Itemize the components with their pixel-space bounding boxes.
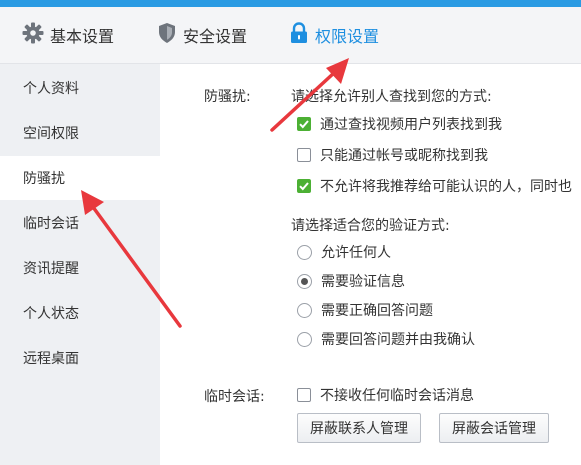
radio-label: 需要回答问题并由我确认 [321, 332, 475, 348]
tab-basic-settings[interactable]: 基本设置 [22, 7, 114, 63]
sidebar-item-anti-harassment[interactable]: 防骚扰 [0, 156, 160, 200]
radio-selected[interactable] [297, 273, 312, 289]
checkbox-label: 不允许将我推荐给可能认识的人，同时也 [320, 179, 572, 195]
anti-harassment-section-label: 防骚扰: [204, 89, 251, 105]
temp-session-block-option[interactable]: 不接收任何临时会话消息 [297, 385, 474, 405]
checkbox-checked[interactable] [297, 117, 311, 131]
radio-unselected[interactable] [297, 302, 312, 318]
sidebar-item-space-permission[interactable]: 空间权限 [0, 111, 160, 155]
tab-label: 基本设置 [50, 27, 115, 46]
sidebar-item-news-alerts[interactable]: 资讯提醒 [0, 246, 160, 290]
radio-label: 需要验证信息 [321, 274, 405, 290]
sidebar-item-temp-session[interactable]: 临时会话 [0, 201, 160, 245]
verify-option-verification-message[interactable]: 需要验证信息 [297, 271, 405, 291]
radio-label: 需要正确回答问题 [321, 303, 433, 319]
verify-method-prompt: 请选择适合您的验证方式: [291, 218, 450, 234]
tab-label: 权限设置 [315, 27, 380, 46]
checkbox-label: 不接收任何临时会话消息 [320, 388, 474, 404]
checkbox-unchecked[interactable] [297, 148, 311, 162]
radio-unselected[interactable] [297, 331, 312, 347]
find-option-video-list[interactable]: 通过查找视频用户列表找到我 [297, 114, 502, 134]
settings-content-panel: 防骚扰: 请选择允许别人查找到您的方式: 通过查找视频用户列表找到我 只能通过帐… [160, 64, 581, 465]
blocked-contacts-button[interactable]: 屏蔽联系人管理 [297, 413, 421, 443]
radio-label: 允许任何人 [321, 245, 391, 261]
shield-icon [157, 22, 177, 48]
radio-unselected[interactable] [297, 244, 312, 260]
verify-option-answer-and-confirm[interactable]: 需要回答问题并由我确认 [297, 329, 475, 349]
tab-security-settings[interactable]: 安全设置 [157, 7, 247, 63]
settings-tab-bar: 基本设置 安全设置 权限设置 [0, 7, 581, 64]
find-option-no-recommend[interactable]: 不允许将我推荐给可能认识的人，同时也 [297, 176, 572, 196]
checkbox-checked[interactable] [297, 179, 311, 193]
lock-icon [289, 22, 309, 48]
find-method-prompt: 请选择允许别人查找到您的方式: [291, 89, 492, 105]
checkbox-unchecked[interactable] [297, 388, 311, 402]
sidebar-item-remote-desktop[interactable]: 远程桌面 [0, 336, 160, 380]
blocked-sessions-button[interactable]: 屏蔽会话管理 [439, 413, 549, 443]
sidebar-item-profile[interactable]: 个人资料 [0, 66, 160, 110]
temp-session-section-label: 临时会话: [204, 389, 265, 405]
tab-label: 安全设置 [183, 27, 248, 46]
verify-option-answer-question[interactable]: 需要正确回答问题 [297, 300, 433, 320]
verify-option-anyone[interactable]: 允许任何人 [297, 242, 391, 262]
settings-sidebar: 个人资料 空间权限 防骚扰 临时会话 资讯提醒 个人状态 远程桌面 [0, 64, 160, 465]
tab-permission-settings[interactable]: 权限设置 [289, 7, 379, 63]
gear-icon [22, 22, 44, 48]
sidebar-item-personal-status[interactable]: 个人状态 [0, 291, 160, 335]
find-option-account-only[interactable]: 只能通过帐号或昵称找到我 [297, 145, 488, 165]
checkbox-label: 通过查找视频用户列表找到我 [320, 117, 502, 133]
checkbox-label: 只能通过帐号或昵称找到我 [320, 148, 488, 164]
title-bar-strip [0, 0, 581, 7]
